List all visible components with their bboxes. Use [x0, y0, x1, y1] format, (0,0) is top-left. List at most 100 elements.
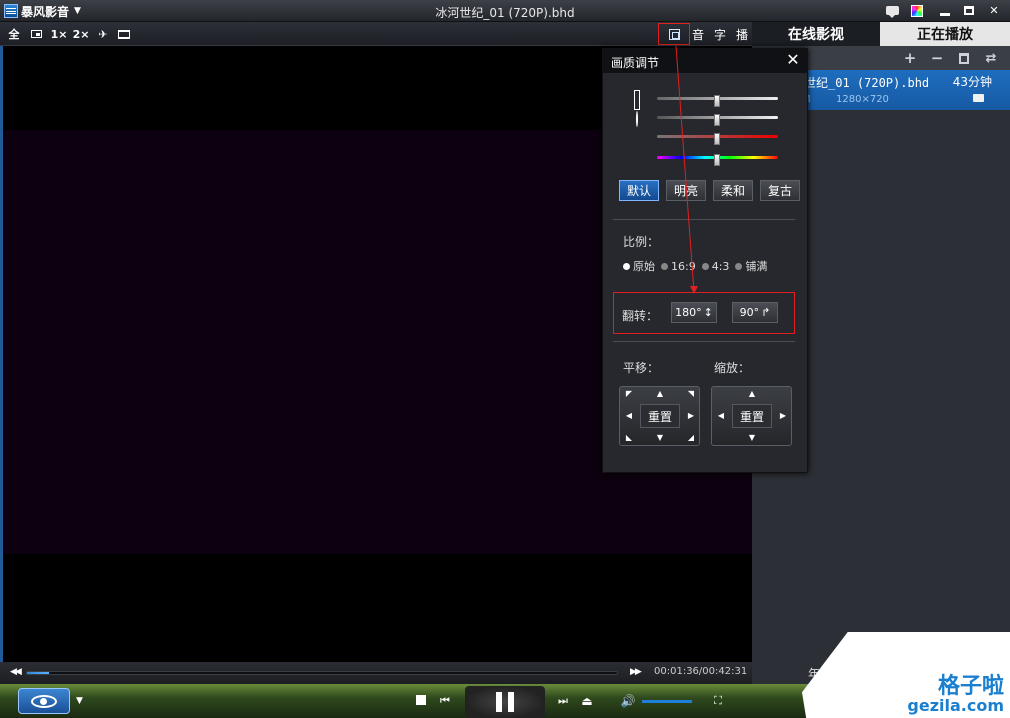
tab-online-video[interactable]: 在线影视	[752, 22, 880, 46]
arrow-left-icon[interactable]: ◀	[624, 411, 634, 421]
brightness-icon	[635, 93, 647, 105]
arrow-down-left-icon[interactable]: ◣	[624, 433, 634, 443]
add-file-button[interactable]: +	[902, 49, 918, 67]
ratio-original-label: 原始	[633, 260, 655, 273]
ratio-options: 原始 16:9 4:3 铺满	[623, 258, 767, 274]
stop-button[interactable]	[415, 694, 427, 706]
playlist-item-name: 世纪_01 (720P).bhd	[804, 76, 930, 90]
skip-back-icon: ⏮	[440, 694, 450, 707]
panel-close-button[interactable]: ✕	[785, 51, 801, 69]
zoom-in-vertical-icon[interactable]: ▲	[747, 389, 757, 399]
mini-mode-icon	[30, 30, 42, 38]
saturation-slider[interactable]	[635, 131, 781, 145]
palette-icon	[911, 4, 923, 17]
audio-settings-button[interactable]: 音	[690, 26, 706, 42]
app-name: 暴风影音	[21, 4, 70, 19]
ratio-4-3-label: 4:3	[711, 259, 730, 273]
preset-retro-button[interactable]: 复古	[760, 180, 800, 201]
pan-pad: ◤ ▲ ◥ ◀ 重置 ▶ ◣ ▼ ◢	[619, 386, 700, 446]
zoom-reset-button[interactable]: 重置	[732, 404, 772, 428]
arrow-up-left-icon[interactable]: ◤	[624, 389, 634, 399]
flip-section: 翻转： 180° ↕ 90° ↱	[613, 292, 795, 334]
swap-icon: ⇄	[985, 50, 997, 66]
contrast-track[interactable]	[657, 114, 778, 126]
preset-default-button[interactable]: 默认	[619, 180, 659, 201]
remove-file-button[interactable]: −	[929, 49, 945, 67]
fullscreen-icon: ⛶	[714, 694, 722, 707]
player-toolbar: 全 1× 2× ✈ 音 字 播	[0, 22, 752, 46]
pin-on-top-button[interactable]: ✈	[96, 26, 110, 42]
open-file-button[interactable]: ⏏	[580, 694, 594, 708]
brightness-slider[interactable]	[635, 93, 781, 107]
skip-forward-icon: ⏭	[558, 694, 568, 707]
preset-bright-button[interactable]: 明亮	[666, 180, 706, 201]
chevron-down-icon: ▼	[74, 6, 81, 16]
ratio-16-9-radio[interactable]: 16:9	[661, 260, 696, 273]
app-logo-icon	[4, 4, 18, 18]
pan-reset-button[interactable]: 重置	[640, 404, 680, 428]
subtitle-settings-button[interactable]: 字	[712, 26, 728, 42]
scale-2x-button[interactable]: 2×	[72, 26, 90, 42]
previous-button[interactable]: ⏮	[438, 694, 452, 708]
pan-label: 平移：	[623, 361, 660, 375]
arrow-right-icon[interactable]: ▶	[686, 411, 696, 421]
flip-180-button[interactable]: 180° ↕	[671, 302, 717, 323]
chat-button[interactable]	[882, 2, 902, 19]
scale-1x-button[interactable]: 1×	[50, 26, 68, 42]
arrow-up-icon[interactable]: ▲	[655, 389, 665, 399]
play-mode-button[interactable]: ⇄	[983, 50, 999, 66]
divider	[613, 341, 795, 342]
rewind-icon[interactable]: ◀◀	[10, 667, 24, 679]
playlist-toggle-button[interactable]	[116, 26, 132, 42]
app-menu-button[interactable]: 暴风影音 ▼	[4, 2, 92, 20]
pin-icon: ✈	[98, 27, 108, 41]
trash-icon	[959, 52, 969, 64]
arrow-down-right-icon[interactable]: ◢	[686, 433, 696, 443]
fast-forward-icon[interactable]: ▶▶	[630, 667, 644, 679]
mini-mode-button[interactable]	[28, 26, 44, 42]
fullscreen-button[interactable]: ⛶	[710, 694, 726, 708]
ratio-16-9-label: 16:9	[671, 259, 696, 273]
saturation-track[interactable]	[657, 133, 778, 145]
pause-button[interactable]	[465, 686, 545, 718]
contrast-slider[interactable]	[635, 111, 781, 127]
ratio-fill-radio[interactable]: 铺满	[735, 258, 767, 274]
minus-icon: −	[930, 49, 944, 67]
close-button[interactable]: ✕	[984, 2, 1004, 19]
rotate-90-label: 90°	[739, 306, 760, 319]
hue-thumb[interactable]	[714, 154, 720, 166]
picture-settings-button[interactable]	[658, 23, 690, 45]
rotate-arrow-icon: ↱	[761, 306, 771, 319]
clear-list-button[interactable]	[956, 50, 972, 66]
brightness-thumb[interactable]	[714, 95, 720, 107]
maximize-button[interactable]	[959, 2, 979, 19]
fullscreen-toggle[interactable]: 全	[6, 26, 22, 42]
chevron-down-icon[interactable]: ▼	[76, 696, 83, 706]
folder-icon[interactable]	[973, 94, 984, 102]
zoom-out-horizontal-icon[interactable]: ◀	[716, 411, 726, 421]
saturation-thumb[interactable]	[714, 133, 720, 145]
hue-slider[interactable]	[635, 152, 781, 166]
brightness-track[interactable]	[657, 95, 778, 107]
ratio-4-3-radio[interactable]: 4:3	[701, 259, 730, 273]
hue-track[interactable]	[657, 154, 778, 166]
zoom-out-vertical-icon[interactable]: ▼	[747, 433, 757, 443]
eject-icon: ⏏	[581, 694, 593, 708]
zoom-in-horizontal-icon[interactable]: ▶	[778, 411, 788, 421]
contrast-thumb[interactable]	[714, 114, 720, 126]
seek-bar[interactable]	[26, 671, 618, 675]
volume-slider[interactable]	[642, 700, 692, 703]
arrow-down-icon[interactable]: ▼	[655, 433, 665, 443]
zoom-label: 缩放：	[714, 361, 751, 375]
ratio-original-radio[interactable]: 原始	[623, 258, 655, 274]
playback-settings-button[interactable]: 播	[734, 26, 750, 42]
preset-soft-button[interactable]: 柔和	[713, 180, 753, 201]
rotate-90-button[interactable]: 90° ↱	[732, 302, 778, 323]
minimize-button[interactable]	[935, 2, 955, 19]
tab-now-playing[interactable]: 正在播放	[880, 22, 1010, 46]
arrow-up-right-icon[interactable]: ◥	[686, 389, 696, 399]
skin-button[interactable]	[907, 2, 927, 19]
left-eye-button[interactable]	[18, 688, 70, 714]
next-button[interactable]: ⏭	[556, 694, 570, 708]
volume-button[interactable]: 🔊	[618, 694, 638, 708]
